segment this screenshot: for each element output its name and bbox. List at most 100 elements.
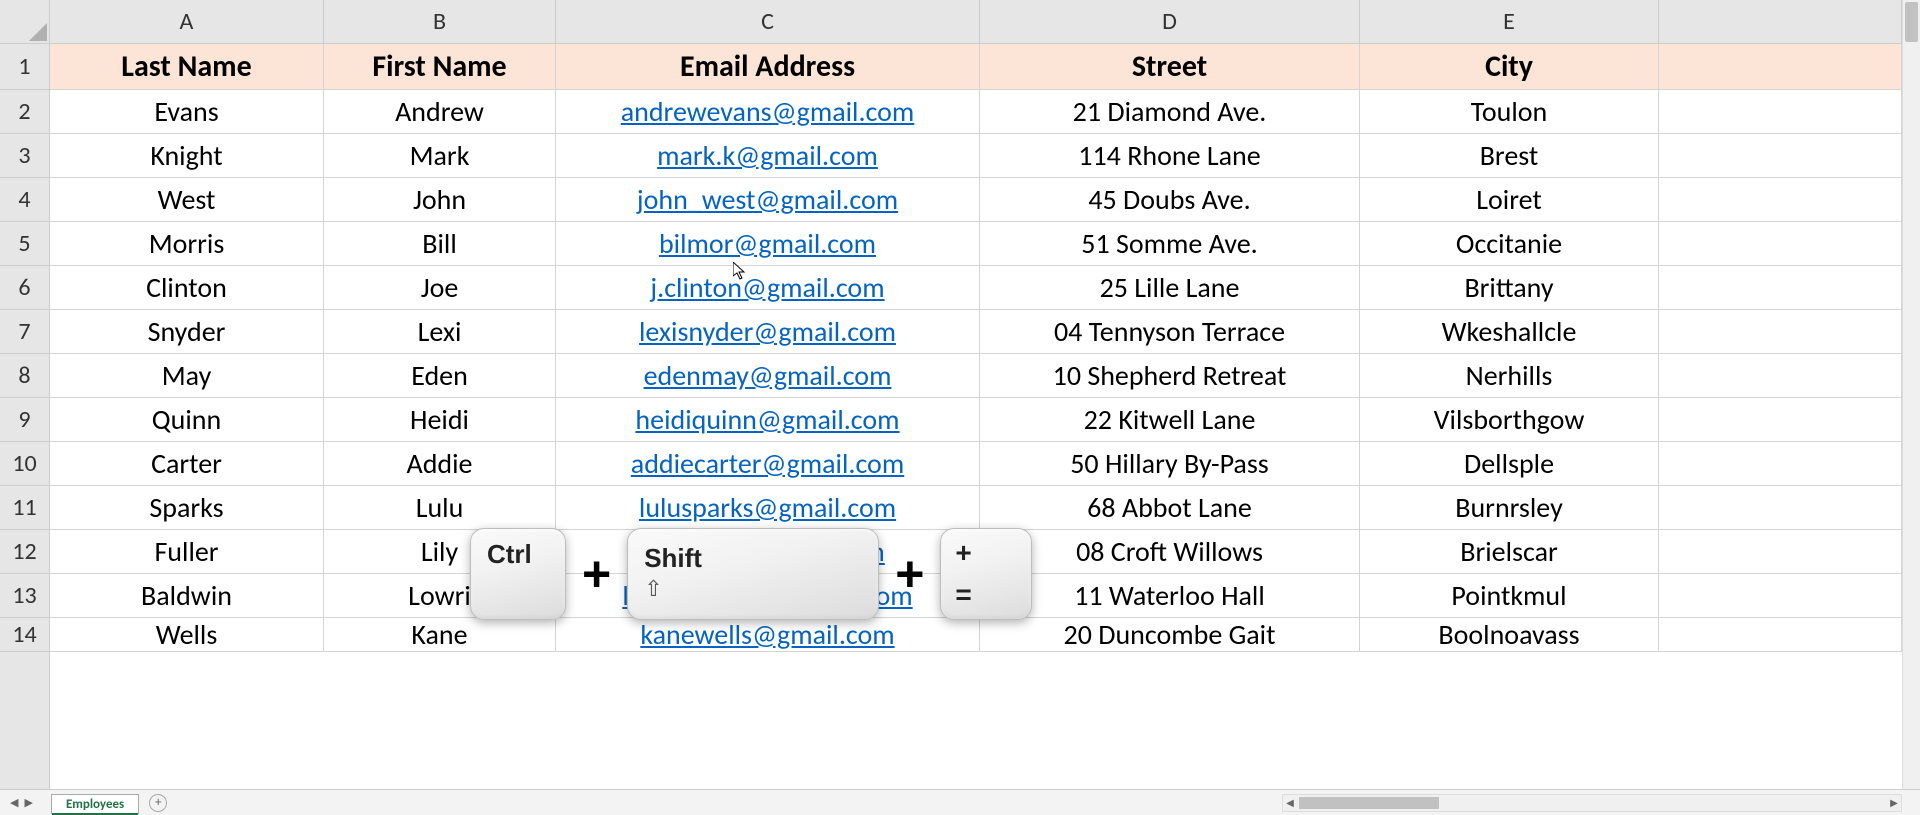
cell-email[interactable]: bilmor@gmail.com xyxy=(556,222,980,266)
email-link[interactable]: kanewells@gmail.com xyxy=(640,618,894,652)
cell-firstname[interactable]: Lexi xyxy=(324,310,556,354)
cell-firstname[interactable]: Eden xyxy=(324,354,556,398)
cell-city[interactable]: Vilsborthgow xyxy=(1360,398,1659,442)
cell-blank[interactable] xyxy=(1659,354,1902,398)
cell-firstname[interactable]: Lily xyxy=(324,530,556,574)
row-header-1[interactable]: 1 xyxy=(0,44,49,90)
email-link[interactable]: edenmay@gmail.com xyxy=(644,358,892,393)
cell-firstname[interactable]: John xyxy=(324,178,556,222)
cell-city[interactable]: Loiret xyxy=(1360,178,1659,222)
cell-lastname[interactable]: West xyxy=(50,178,324,222)
column-header-C[interactable]: C xyxy=(556,0,980,43)
cell-firstname[interactable]: Heidi xyxy=(324,398,556,442)
cell-lastname[interactable]: Baldwin xyxy=(50,574,324,618)
cell-city[interactable]: Brielscar xyxy=(1360,530,1659,574)
email-link[interactable]: lexisnyder@gmail.com xyxy=(639,314,896,349)
vertical-scrollbar-thumb[interactable] xyxy=(1905,2,1918,42)
cell-city[interactable]: Nerhills xyxy=(1360,354,1659,398)
cell-blank[interactable] xyxy=(1659,44,1902,90)
column-header-E[interactable]: E xyxy=(1360,0,1659,43)
sheet-nav-next-icon[interactable]: ▶ xyxy=(24,796,32,809)
cell-blank[interactable] xyxy=(1659,574,1902,618)
cell-lastname[interactable]: Morris xyxy=(50,222,324,266)
cell-city[interactable]: Brittany xyxy=(1360,266,1659,310)
cell-firstname[interactable]: Kane xyxy=(324,618,556,652)
select-all-corner[interactable] xyxy=(0,0,50,44)
sheet-tab-employees[interactable]: Employees xyxy=(51,794,139,814)
header-cell-D[interactable]: Street xyxy=(980,44,1360,90)
cell-email[interactable]: lexisnyder@gmail.com xyxy=(556,310,980,354)
email-link[interactable]: andrewevans@gmail.com xyxy=(621,94,915,129)
cell-blank[interactable] xyxy=(1659,90,1902,134)
cell-firstname[interactable]: Joe xyxy=(324,266,556,310)
cell-street[interactable]: 114 Rhone Lane xyxy=(980,134,1360,178)
row-header-5[interactable]: 5 xyxy=(0,222,49,266)
cell-lastname[interactable]: Fuller xyxy=(50,530,324,574)
email-link[interactable]: lowribaldwin@gmail.com xyxy=(622,578,912,613)
cell-blank[interactable] xyxy=(1659,178,1902,222)
cell-street[interactable]: 68 Abbot Lane xyxy=(980,486,1360,530)
email-link[interactable]: john_west@gmail.com xyxy=(637,182,898,217)
cell-email[interactable]: j.clinton@gmail.com xyxy=(556,266,980,310)
cell-lastname[interactable]: Evans xyxy=(50,90,324,134)
email-link[interactable]: bilmor@gmail.com xyxy=(659,226,876,261)
cell-email[interactable]: john_west@gmail.com xyxy=(556,178,980,222)
hscroll-right-icon[interactable]: ▶ xyxy=(1887,795,1901,811)
cell-street[interactable]: 10 Shepherd Retreat xyxy=(980,354,1360,398)
row-header-8[interactable]: 8 xyxy=(0,354,49,398)
row-header-11[interactable]: 11 xyxy=(0,486,49,530)
cell-firstname[interactable]: Lulu xyxy=(324,486,556,530)
email-link[interactable]: j.clinton@gmail.com xyxy=(650,270,884,305)
cell-email[interactable]: edenmay@gmail.com xyxy=(556,354,980,398)
cell-email[interactable]: mark.k@gmail.com xyxy=(556,134,980,178)
cell-street[interactable]: 22 Kitwell Lane xyxy=(980,398,1360,442)
cell-street[interactable]: 45 Doubs Ave. xyxy=(980,178,1360,222)
cell-street[interactable]: 20 Duncombe Gait xyxy=(980,618,1360,652)
column-header-A[interactable]: A xyxy=(50,0,324,43)
cell-blank[interactable] xyxy=(1659,266,1902,310)
cell-blank[interactable] xyxy=(1659,310,1902,354)
cell-street[interactable]: 11 Waterloo Hall xyxy=(980,574,1360,618)
column-header-D[interactable]: D xyxy=(980,0,1360,43)
cell-lastname[interactable]: Snyder xyxy=(50,310,324,354)
cell-firstname[interactable]: Lowri xyxy=(324,574,556,618)
row-header-4[interactable]: 4 xyxy=(0,178,49,222)
cell-blank[interactable] xyxy=(1659,398,1902,442)
cell-blank[interactable] xyxy=(1659,530,1902,574)
cell-email[interactable]: heidiquinn@gmail.com xyxy=(556,398,980,442)
cell-email[interactable]: addiecarter@gmail.com xyxy=(556,442,980,486)
email-link[interactable]: mark.k@gmail.com xyxy=(657,138,878,173)
cell-blank[interactable] xyxy=(1659,486,1902,530)
email-link[interactable]: lilyfuller@gmail.com xyxy=(650,534,885,569)
cell-lastname[interactable]: Sparks xyxy=(50,486,324,530)
header-cell-E[interactable]: City xyxy=(1360,44,1659,90)
vertical-scrollbar[interactable] xyxy=(1902,0,1920,789)
cell-email[interactable]: kanewells@gmail.com xyxy=(556,618,980,652)
horizontal-scrollbar[interactable]: ◀ ▶ xyxy=(1282,794,1902,812)
cell-lastname[interactable]: Clinton xyxy=(50,266,324,310)
row-header-14[interactable]: 14 xyxy=(0,618,49,652)
cell-street[interactable]: 25 Lille Lane xyxy=(980,266,1360,310)
cell-blank[interactable] xyxy=(1659,134,1902,178)
column-header-B[interactable]: B xyxy=(324,0,556,43)
cell-email[interactable]: lowribaldwin@gmail.com xyxy=(556,574,980,618)
cell-city[interactable]: Wkeshallcle xyxy=(1360,310,1659,354)
email-link[interactable]: lulusparks@gmail.com xyxy=(639,490,896,525)
cell-lastname[interactable]: Knight xyxy=(50,134,324,178)
sheet-nav-buttons[interactable]: ◀ ▶ xyxy=(0,796,43,809)
cell-city[interactable]: Boolnoavass xyxy=(1360,618,1659,652)
cell-street[interactable]: 51 Somme Ave. xyxy=(980,222,1360,266)
cell-lastname[interactable]: Carter xyxy=(50,442,324,486)
row-header-12[interactable]: 12 xyxy=(0,530,49,574)
row-header-10[interactable]: 10 xyxy=(0,442,49,486)
cell-firstname[interactable]: Addie xyxy=(324,442,556,486)
hscroll-left-icon[interactable]: ◀ xyxy=(1283,795,1297,811)
cell-blank[interactable] xyxy=(1659,442,1902,486)
row-header-9[interactable]: 9 xyxy=(0,398,49,442)
cell-street[interactable]: 08 Croft Willows xyxy=(980,530,1360,574)
cell-firstname[interactable]: Mark xyxy=(324,134,556,178)
sheet-nav-prev-icon[interactable]: ◀ xyxy=(10,796,18,809)
cell-email[interactable]: lilyfuller@gmail.com xyxy=(556,530,980,574)
cell-lastname[interactable]: May xyxy=(50,354,324,398)
cell-city[interactable]: Dellsple xyxy=(1360,442,1659,486)
